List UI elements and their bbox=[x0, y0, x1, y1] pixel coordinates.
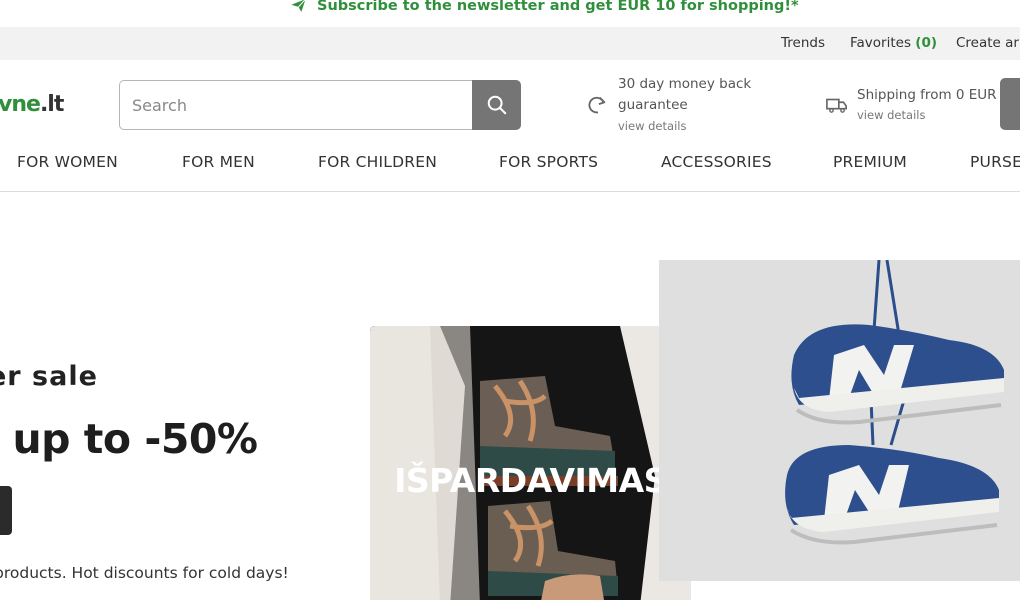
money-back-title: 30 day money back guarantee bbox=[618, 74, 751, 116]
logo-main: vne bbox=[0, 92, 41, 117]
trends-link[interactable]: Trends bbox=[781, 35, 825, 51]
hero-title: er sale bbox=[0, 361, 98, 392]
search-icon bbox=[487, 95, 506, 115]
nav-item-for-children[interactable]: FOR CHILDREN bbox=[318, 153, 437, 171]
favorites-link[interactable]: Favorites (0) bbox=[850, 35, 937, 51]
cart-button[interactable] bbox=[1000, 78, 1020, 130]
nav-item-for-sports[interactable]: FOR SPORTS bbox=[499, 153, 598, 171]
nav-item-premium[interactable]: PREMIUM bbox=[833, 153, 907, 171]
nav-item-accessories[interactable]: ACCESSORIES bbox=[661, 153, 772, 171]
sale-banner-boots[interactable]: IŠPARDAVIMAS bbox=[370, 326, 691, 600]
nav-item-purse[interactable]: PURSE bbox=[970, 153, 1020, 171]
sneakers-banner[interactable] bbox=[659, 260, 1020, 581]
paper-plane-icon bbox=[291, 0, 306, 12]
nav-item-for-men[interactable]: FOR MEN bbox=[182, 153, 255, 171]
search-button[interactable] bbox=[472, 80, 521, 130]
hero-shop-button[interactable] bbox=[0, 486, 12, 535]
money-back-line2: guarantee bbox=[618, 97, 688, 113]
nav-item-for-women[interactable]: FOR WOMEN bbox=[17, 153, 118, 171]
promo-bar: Subscribe to the newsletter and get EUR … bbox=[0, 0, 1020, 18]
promo-text: Subscribe to the newsletter and get EUR … bbox=[317, 0, 799, 14]
money-back-details-link[interactable]: view details bbox=[618, 119, 686, 133]
return-arrow-icon bbox=[588, 96, 606, 114]
money-back-line1: 30 day money back bbox=[618, 76, 752, 92]
shipping-details-link[interactable]: view details bbox=[857, 108, 925, 122]
banner-label: IŠPARDAVIMAS bbox=[394, 461, 667, 500]
favorites-label: Favorites bbox=[850, 35, 911, 51]
header: vne.lt 30 day money back guarantee view … bbox=[0, 60, 1020, 144]
truck-icon bbox=[826, 98, 847, 113]
site-logo[interactable]: vne.lt bbox=[0, 92, 64, 117]
shipping-title: Shipping from 0 EUR bbox=[857, 87, 997, 103]
hero-section: er sale h up to -50% products. Hot disco… bbox=[0, 193, 1020, 600]
main-nav: FOR WOMEN FOR MEN FOR CHILDREN FOR SPORT… bbox=[0, 144, 1020, 192]
create-account-link[interactable]: Create ar bbox=[956, 35, 1019, 51]
hero-description: products. Hot discounts for cold days! bbox=[0, 564, 289, 582]
search-input[interactable] bbox=[119, 80, 472, 130]
favorites-count: (0) bbox=[915, 35, 938, 51]
utility-bar: Trends Favorites (0) Create ar bbox=[0, 27, 1020, 60]
hero-subtitle: h up to -50% bbox=[0, 415, 258, 463]
logo-tld: .lt bbox=[39, 92, 64, 117]
sneakers-photo bbox=[659, 260, 1020, 581]
newsletter-promo-link[interactable]: Subscribe to the newsletter and get EUR … bbox=[290, 0, 799, 14]
